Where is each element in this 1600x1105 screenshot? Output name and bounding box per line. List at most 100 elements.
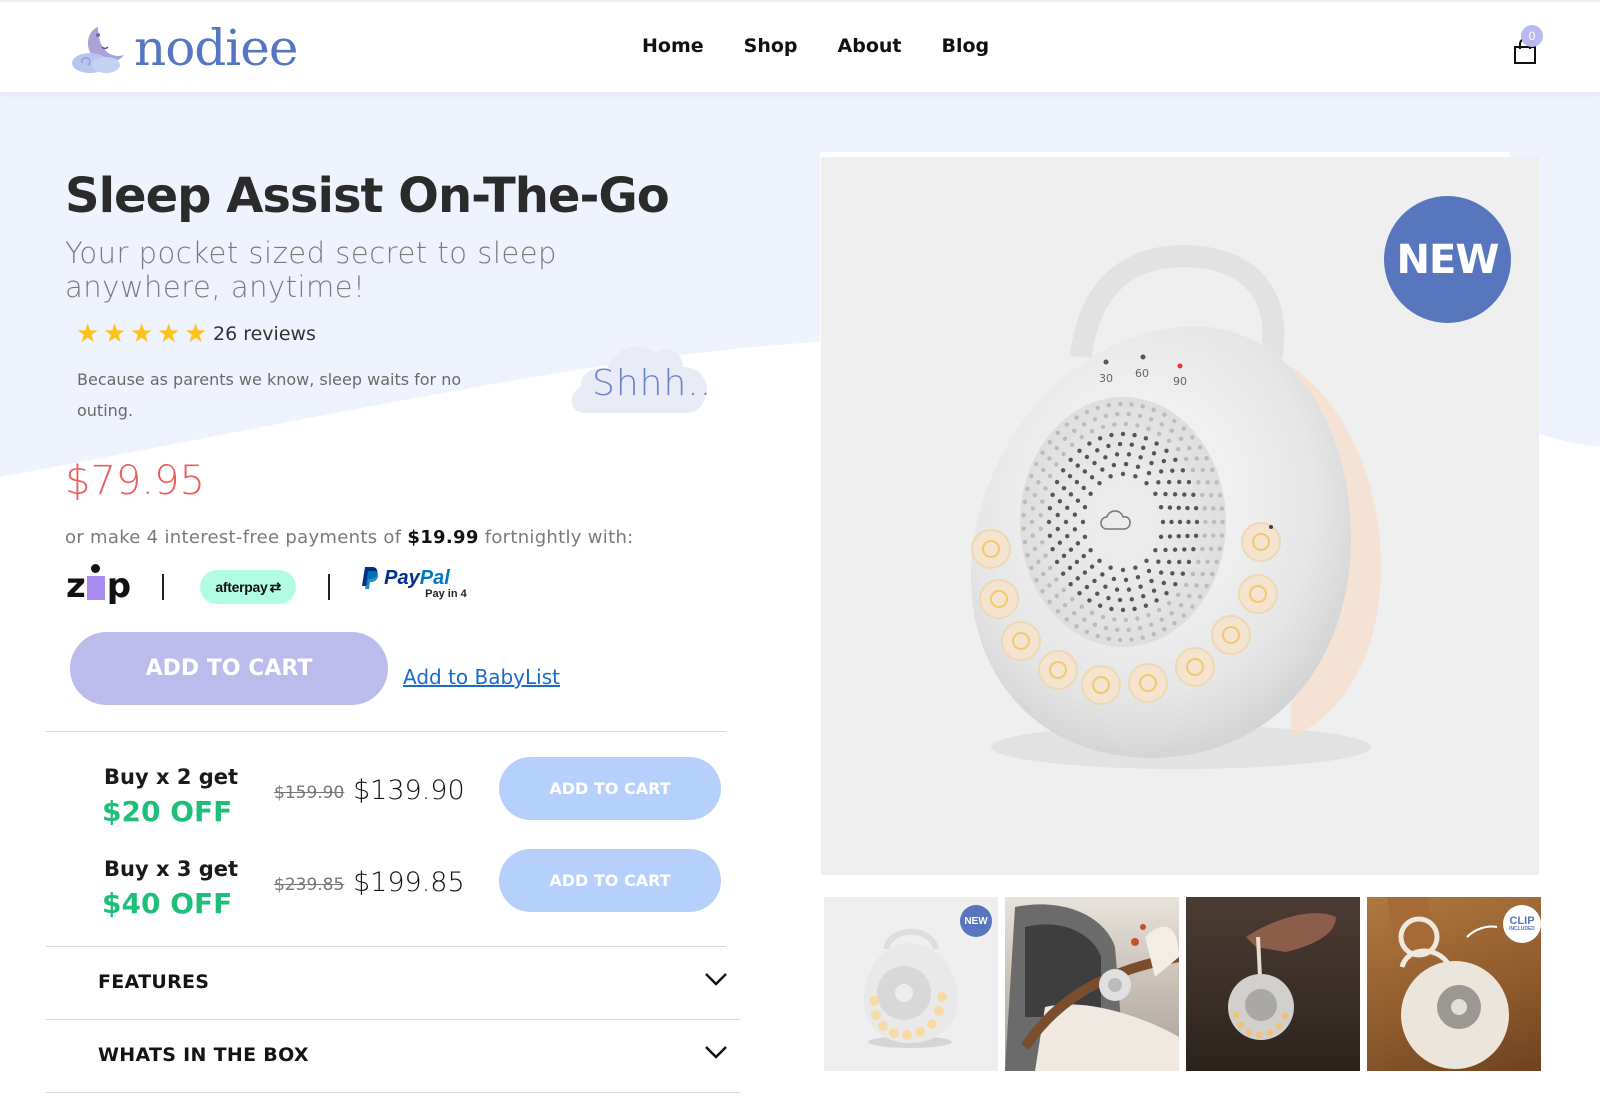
grille-hole — [1068, 547, 1074, 552]
grille-hole — [1050, 492, 1055, 498]
grille-hole — [1021, 526, 1026, 531]
grille-hole — [1097, 480, 1102, 486]
accordion-whats-in-the-box[interactable]: WHATS IN THE BOX — [46, 1020, 740, 1092]
grille-hole — [1032, 492, 1038, 498]
bundle-new-price: $139.90 — [353, 775, 465, 806]
grille-hole — [1046, 519, 1052, 525]
grille-hole — [1092, 578, 1097, 584]
grille-hole — [1054, 479, 1060, 485]
grille-hole — [1158, 469, 1164, 474]
device-button — [1001, 621, 1041, 661]
grille-hole — [1135, 616, 1140, 621]
nav-about[interactable]: About — [838, 35, 902, 57]
grille-hole — [1182, 547, 1187, 552]
grille-hole — [1063, 519, 1069, 525]
nav-shop[interactable]: Shop — [744, 35, 798, 57]
main-nav: Home Shop About Blog — [642, 35, 989, 57]
grille-hole — [1075, 498, 1081, 503]
grille-hole — [1132, 606, 1137, 612]
brand-logo[interactable]: nodiee — [68, 18, 298, 78]
grille-hole — [1219, 506, 1225, 511]
bundle-discount: $40 OFF — [102, 887, 233, 920]
device-button — [1211, 615, 1251, 655]
grille-hole — [1081, 553, 1086, 559]
grille-hole — [1123, 461, 1129, 467]
grille-hole — [1208, 492, 1214, 498]
grille-hole — [1138, 455, 1143, 460]
grille-hole — [1135, 574, 1141, 580]
reviews-count[interactable]: 26 reviews — [213, 323, 316, 345]
rating[interactable]: ★ ★ ★ ★ ★ 26 reviews — [76, 318, 316, 348]
grille-hole — [1135, 464, 1141, 470]
grille-hole — [1202, 533, 1207, 538]
grille-hole — [1205, 559, 1210, 564]
grille-hole — [1067, 565, 1073, 571]
grille-hole — [1185, 505, 1190, 511]
bundle-offer-3: Buy x 3 get $40 OFF $239.85 $199.85 ADD … — [46, 849, 726, 949]
grille-hole — [1068, 582, 1073, 587]
afterpay-logo[interactable]: afterpay ⇄ — [200, 570, 297, 604]
grille-hole — [1210, 467, 1215, 473]
paypal-logo[interactable]: PayPal Pay in 4 — [362, 567, 467, 600]
grille-hole — [1120, 607, 1126, 613]
shhh-cloud: Shhh.. — [567, 335, 711, 415]
grille-hole — [1172, 547, 1178, 552]
grille-hole — [1140, 404, 1145, 409]
add-to-babylist-link[interactable]: Add to BabyList — [403, 665, 560, 689]
grille-hole — [1117, 637, 1123, 643]
grille-hole — [1187, 445, 1192, 451]
grille-hole — [1169, 519, 1174, 525]
thumbnail-hand-holding[interactable] — [1186, 897, 1360, 1071]
product-main-image[interactable]: 30 60 90 NEW — [821, 157, 1539, 875]
grille-hole — [1194, 519, 1200, 525]
grille-hole — [1082, 469, 1088, 474]
device-button — [979, 579, 1019, 619]
star-icon: ★ — [157, 318, 181, 348]
bundle-add-to-cart-button[interactable]: ADD TO CART — [499, 849, 721, 912]
grille-hole — [1054, 462, 1059, 467]
nav-home[interactable]: Home — [642, 35, 704, 57]
thumbnail-bag-clip[interactable]: CLIP INCLUDED — [1367, 897, 1541, 1071]
grille-hole — [1146, 568, 1152, 574]
grille-hole — [1022, 499, 1028, 505]
grille-hole — [1074, 415, 1079, 420]
grille-hole — [1141, 593, 1146, 599]
grille-hole — [1149, 578, 1154, 584]
grille-hole — [1111, 462, 1117, 468]
grille-hole — [1103, 413, 1109, 419]
product-price: $79.95 — [65, 458, 205, 504]
bundle-new-price: $199.85 — [353, 867, 465, 898]
grille-hole — [1057, 540, 1063, 545]
grille-hole — [1112, 617, 1117, 622]
grille-hole — [1072, 527, 1078, 532]
grille-hole — [1211, 519, 1217, 525]
payment-providers: zp afterpay ⇄ PayPal Pay in 4 — [66, 564, 467, 608]
grille-hole — [1117, 401, 1123, 407]
add-to-cart-button[interactable]: ADD TO CART — [70, 632, 388, 705]
accordion-features[interactable]: FEATURES — [46, 947, 740, 1019]
zip-logo[interactable]: zp — [66, 564, 131, 606]
thumbnail-product-studio[interactable]: NEW — [824, 897, 998, 1071]
bundle-add-to-cart-button[interactable]: ADD TO CART — [499, 757, 721, 820]
thumbnail-stroller-lifestyle[interactable] — [1005, 897, 1179, 1071]
device-button — [1128, 663, 1168, 703]
grille-hole — [1095, 633, 1100, 639]
grille-hole — [1200, 571, 1205, 577]
grille-hole — [1032, 546, 1038, 552]
grille-hole — [1186, 559, 1192, 565]
grille-hole — [1075, 541, 1081, 546]
grille-hole — [1194, 456, 1199, 461]
clip-included-badge: CLIP INCLUDED — [1503, 905, 1541, 943]
moon-cloud-logo-icon — [72, 27, 124, 73]
grille-hole — [1050, 546, 1055, 552]
grille-hole — [1156, 480, 1161, 485]
grille-hole — [1190, 604, 1195, 609]
grille-hole — [1177, 559, 1182, 565]
grille-hole — [1109, 432, 1114, 438]
grille-hole — [1141, 445, 1146, 451]
grille-hole — [1075, 576, 1080, 581]
grille-hole — [1054, 577, 1059, 582]
nav-blog[interactable]: Blog — [941, 35, 989, 57]
grille-hole — [1082, 504, 1088, 510]
bundle-offer-2: Buy x 2 get $20 OFF $159.90 $139.90 ADD … — [46, 757, 726, 857]
